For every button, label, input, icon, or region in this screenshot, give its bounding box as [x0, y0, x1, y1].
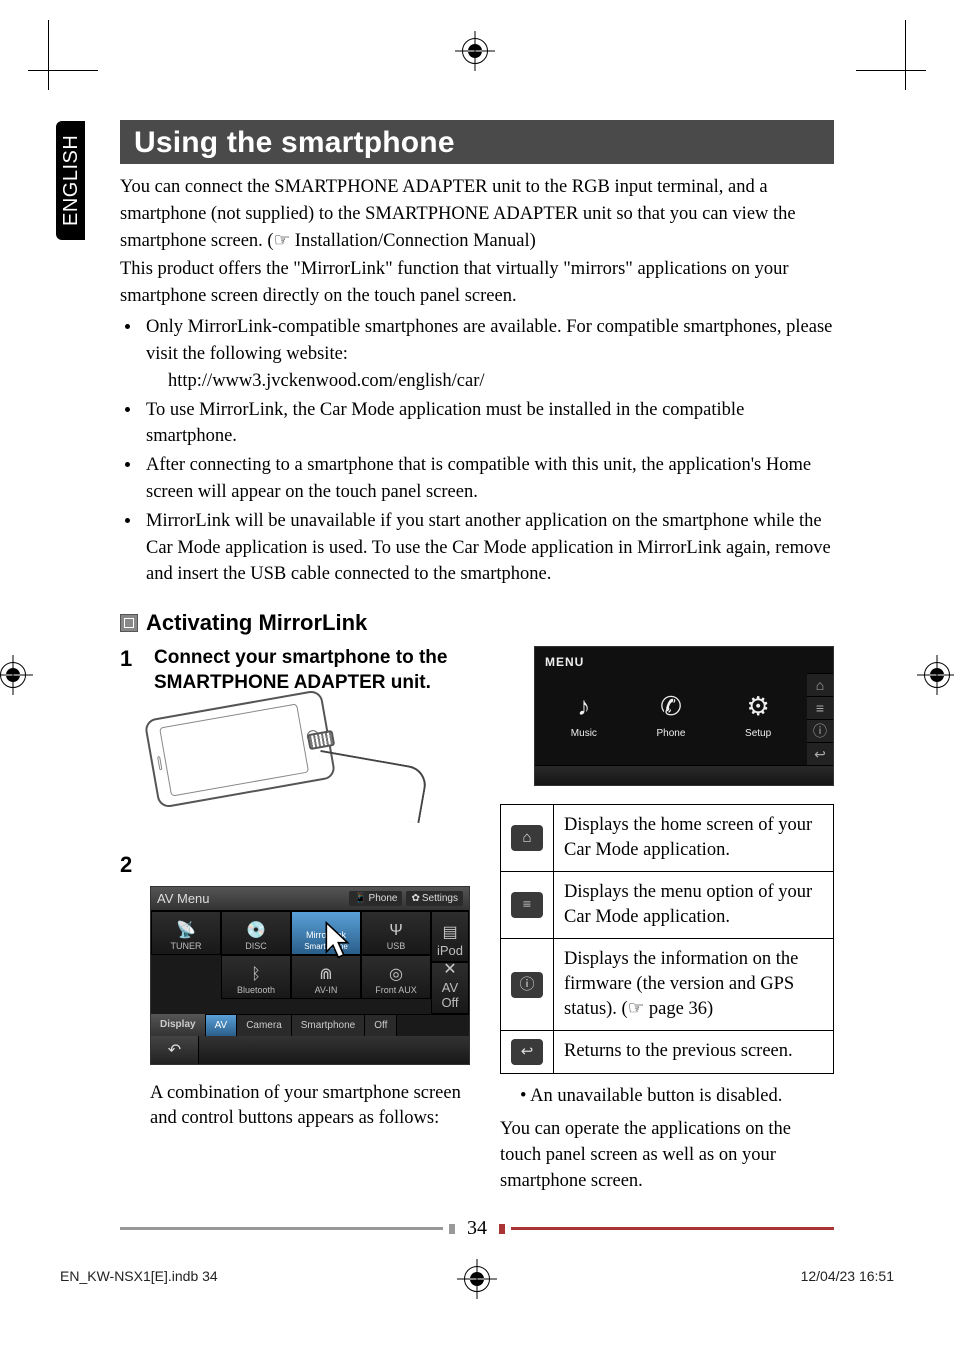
usb-icon: Ψ — [389, 923, 402, 939]
av-cell-mirrorlink: MirrorLinkSmartphone — [291, 911, 361, 955]
desc-back: Returns to the previous screen. — [554, 1030, 834, 1073]
side-menu-icon: ≡ — [807, 696, 833, 719]
intro-p2: This product offers the "MirrorLink" fun… — [120, 256, 834, 310]
av-cell-bluetooth: ᛒBluetooth — [221, 955, 291, 999]
step-2: 2 — [120, 852, 470, 878]
av-menu-phone-chip: 📱Phone — [349, 891, 402, 906]
crop-mark-tl — [28, 20, 98, 90]
subheading-text: Activating MirrorLink — [146, 610, 367, 636]
print-footer: EN_KW-NSX1[E].indb 34 12/04/23 16:51 — [60, 1268, 894, 1284]
av-cell-usb: ΨUSB — [361, 911, 431, 955]
menu-title: MENU — [535, 647, 833, 673]
smartphone-illustration — [150, 704, 410, 834]
phone-icon: 📱 — [354, 893, 366, 904]
registration-mark-bottom — [464, 1266, 490, 1295]
side-back-icon: ↩ — [807, 742, 833, 765]
page-content: ENGLISH Using the smartphone You can con… — [120, 120, 834, 1234]
av-tab-camera: Camera — [237, 1015, 292, 1036]
menu-item-phone: ✆Phone — [657, 691, 686, 739]
bullet-1-url: http://www3.jvckenwood.com/english/car/ — [168, 368, 834, 395]
desc-menu: Displays the menu option of your Car Mod… — [554, 872, 834, 939]
intro-text: You can connect the SMARTPHONE ADAPTER u… — [120, 174, 834, 310]
av-tab-display: Display — [151, 1014, 206, 1036]
table-row: ⓘ Displays the information on the firmwa… — [501, 939, 834, 1031]
menu-item-setup: ⚙Setup — [745, 691, 771, 739]
registration-mark-top — [462, 38, 492, 68]
av-cell-avin: ⋒AV-IN — [291, 955, 361, 999]
home-icon: ⌂ — [511, 825, 543, 851]
step-2-number: 2 — [120, 852, 140, 878]
disc-icon: 💿 — [246, 923, 266, 939]
table-row: ↩ Returns to the previous screen. — [501, 1030, 834, 1073]
bullet-1: Only MirrorLink-compatible smartphones a… — [142, 314, 834, 394]
side-home-icon: ⌂ — [807, 673, 833, 696]
table-row: ≡ Displays the menu option of your Car M… — [501, 872, 834, 939]
av-menu-settings-chip: ✿Settings — [406, 891, 463, 906]
gear-icon: ✿ — [411, 893, 419, 904]
bullet-2: To use MirrorLink, the Car Mode applicat… — [142, 397, 834, 451]
menu-item-music: ♪Music — [571, 691, 597, 739]
note-text: • An unavailable button is disabled. — [520, 1086, 834, 1107]
step-1-number: 1 — [120, 646, 140, 695]
subheading-row: Activating MirrorLink — [120, 610, 834, 636]
title-text: Using the smartphone — [134, 126, 455, 159]
av-tab-off: Off — [365, 1015, 397, 1036]
av-menu-title: AV Menu — [157, 891, 210, 906]
av-tab-av: AV — [206, 1015, 238, 1036]
av-tab-smartphone: Smartphone — [292, 1015, 365, 1036]
page-title: Using the smartphone — [120, 120, 834, 164]
aux-icon: ◎ — [389, 967, 403, 983]
desc-info: Displays the information on the firmware… — [554, 939, 834, 1031]
info-icon: ⓘ — [511, 972, 543, 998]
right-column: MENU ♪Music ✆Phone ⚙Setup ⌂ ≡ ⓘ ↩ — [500, 646, 834, 1194]
registration-mark-right — [924, 662, 954, 692]
bullet-4: MirrorLink will be unavailable if you st… — [142, 508, 834, 588]
registration-mark-left — [0, 662, 30, 692]
av-cell-ipod: ▤iPod — [431, 911, 469, 963]
mirrorlink-menu-screenshot: MENU ♪Music ✆Phone ⚙Setup ⌂ ≡ ⓘ ↩ — [534, 646, 834, 786]
language-label: ENGLISH — [56, 121, 85, 240]
gear-icon: ⚙ — [745, 691, 771, 722]
footer-filename: EN_KW-NSX1[E].indb 34 — [60, 1268, 218, 1284]
ipod-icon: ▤ — [442, 925, 457, 941]
footer-timestamp: 12/04/23 16:51 — [801, 1268, 894, 1284]
step-2-caption: A combination of your smartphone screen … — [150, 1081, 470, 1133]
language-tab: ENGLISH — [56, 121, 85, 170]
desc-home: Displays the home screen of your Car Mod… — [554, 805, 834, 872]
page-number-row: 34 — [120, 1217, 834, 1240]
av-cell-frontaux: ◎Front AUX — [361, 955, 431, 999]
av-back-button: ↶ — [151, 1036, 199, 1064]
close-icon: ✕ — [443, 962, 456, 978]
side-info-icon: ⓘ — [807, 719, 833, 742]
menu-lines-icon: ≡ — [511, 892, 543, 918]
av-menu-screenshot: AV Menu 📱Phone ✿Settings 📡TUNER 💿DISC Mi… — [150, 886, 470, 1065]
av-cell-disc: 💿DISC — [221, 911, 291, 955]
avin-icon: ⋒ — [319, 967, 332, 983]
bullet-3: After connecting to a smartphone that is… — [142, 452, 834, 506]
button-description-table: ⌂ Displays the home screen of your Car M… — [500, 804, 834, 1074]
left-column: 1 Connect your smartphone to the SMARTPH… — [120, 646, 470, 1194]
bluetooth-icon: ᛒ — [251, 967, 261, 983]
step-1-text: Connect your smartphone to the SMARTPHON… — [154, 646, 470, 695]
tuner-icon: 📡 — [176, 923, 196, 939]
phone-handset-icon: ✆ — [657, 691, 686, 722]
page-number: 34 — [463, 1217, 491, 1240]
music-icon: ♪ — [571, 691, 597, 722]
subheading-bullet-icon — [120, 614, 138, 632]
intro-p1: You can connect the SMARTPHONE ADAPTER u… — [120, 174, 834, 254]
step-1: 1 Connect your smartphone to the SMARTPH… — [120, 646, 470, 695]
closing-paragraph: You can operate the applications on the … — [500, 1117, 834, 1195]
back-arrow-icon: ↩ — [511, 1039, 543, 1065]
av-cell-tuner: 📡TUNER — [151, 911, 221, 955]
crop-mark-tr — [856, 20, 926, 90]
av-cell-avoff: ✕AV Off — [431, 962, 469, 1014]
table-row: ⌂ Displays the home screen of your Car M… — [501, 805, 834, 872]
bullet-list: Only MirrorLink-compatible smartphones a… — [142, 314, 834, 588]
